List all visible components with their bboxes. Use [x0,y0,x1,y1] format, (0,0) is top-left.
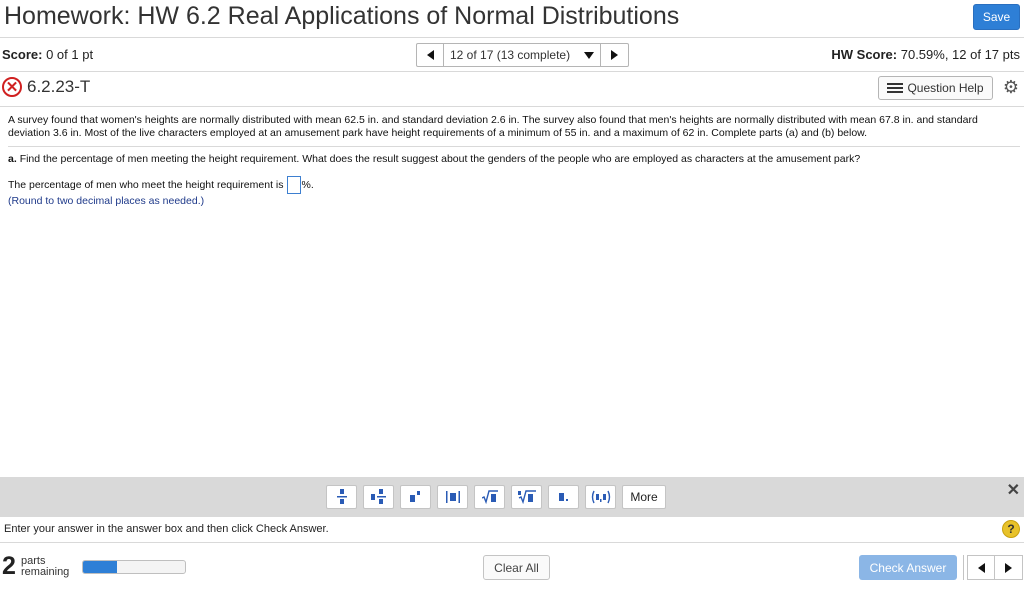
part-a-prompt: a. Find the percentage of men meeting th… [8,153,860,165]
problem-statement: A survey found that women's heights are … [8,114,978,139]
parts-remaining-count: 2 [2,552,16,580]
hw-score-label: HW Score: [831,47,898,62]
dropdown-arrow-icon [584,51,594,59]
divider [963,555,964,580]
divider [0,106,1024,107]
divider [0,37,1024,38]
nth-root-icon[interactable] [511,485,542,509]
previous-part-button[interactable] [967,555,995,580]
list-icon [887,82,904,94]
next-part-button[interactable] [995,555,1023,580]
hw-score-value: 70.59%, 12 of 17 pts [900,47,1020,62]
arrow-right-icon [1005,562,1012,573]
rounding-hint: (Round to two decimal places as needed.) [8,195,205,207]
question-selector[interactable]: 12 of 17 (13 complete) [444,43,601,67]
question-navigator: 12 of 17 (13 complete) [416,43,629,67]
previous-question-button[interactable] [416,43,444,67]
gear-icon[interactable]: ⚙ [1002,78,1020,96]
arrow-left-icon [426,50,434,60]
help-icon[interactable]: ? [1002,520,1020,538]
progress-bar [82,560,186,574]
score-value: 0 of 1 pt [46,47,94,62]
divider [8,146,1020,147]
answer-prefix: The percentage of men who meet the heigh… [8,179,284,191]
save-button[interactable]: Save [973,4,1020,30]
question-help-label: Question Help [907,81,984,95]
answer-line: The percentage of men who meet the heigh… [8,176,314,194]
arrow-left-icon [977,562,985,573]
instructions: Enter your answer in the answer box and … [4,523,329,535]
question-help-button[interactable]: Question Help [878,76,993,100]
hw-score: HW Score: 70.59%, 12 of 17 pts [831,47,1020,62]
fraction-icon[interactable] [326,485,357,509]
answer-suffix: %. [301,179,314,191]
parts-remaining-label: parts remaining [21,556,69,578]
check-answer-button[interactable]: Check Answer [859,555,957,580]
arrow-right-icon [611,50,618,60]
clear-all-button[interactable]: Clear All [483,555,550,580]
part-a-text: Find the percentage of men meeting the h… [19,153,861,165]
progress-fill [83,561,117,573]
divider [0,71,1024,72]
answer-input[interactable] [286,176,301,194]
next-question-button[interactable] [601,43,629,67]
score-label: Score: [2,47,43,62]
divider [0,542,1024,543]
x-circle-icon: ✕ [2,77,22,97]
remaining-label: remaining [21,566,70,578]
part-navigator [967,555,1023,580]
page-title: Homework: HW 6.2 Real Applications of No… [4,2,680,30]
close-icon[interactable]: ✕ [1007,480,1020,500]
absolute-value-icon[interactable] [437,485,468,509]
math-tools: More [326,485,666,509]
part-a-label: a. [8,153,17,165]
question-selector-label: 12 of 17 (13 complete) [450,48,571,62]
question-number: 6.2.23-T [27,77,91,96]
exponent-icon[interactable] [400,485,431,509]
score: Score: 0 of 1 pt [2,47,93,62]
mixed-number-icon[interactable] [363,485,394,509]
more-tools-button[interactable]: More [622,485,666,509]
sqrt-icon[interactable] [474,485,505,509]
question-id: ✕ 6.2.23-T [2,77,90,97]
interval-icon[interactable] [585,485,616,509]
decimal-icon[interactable] [548,485,579,509]
